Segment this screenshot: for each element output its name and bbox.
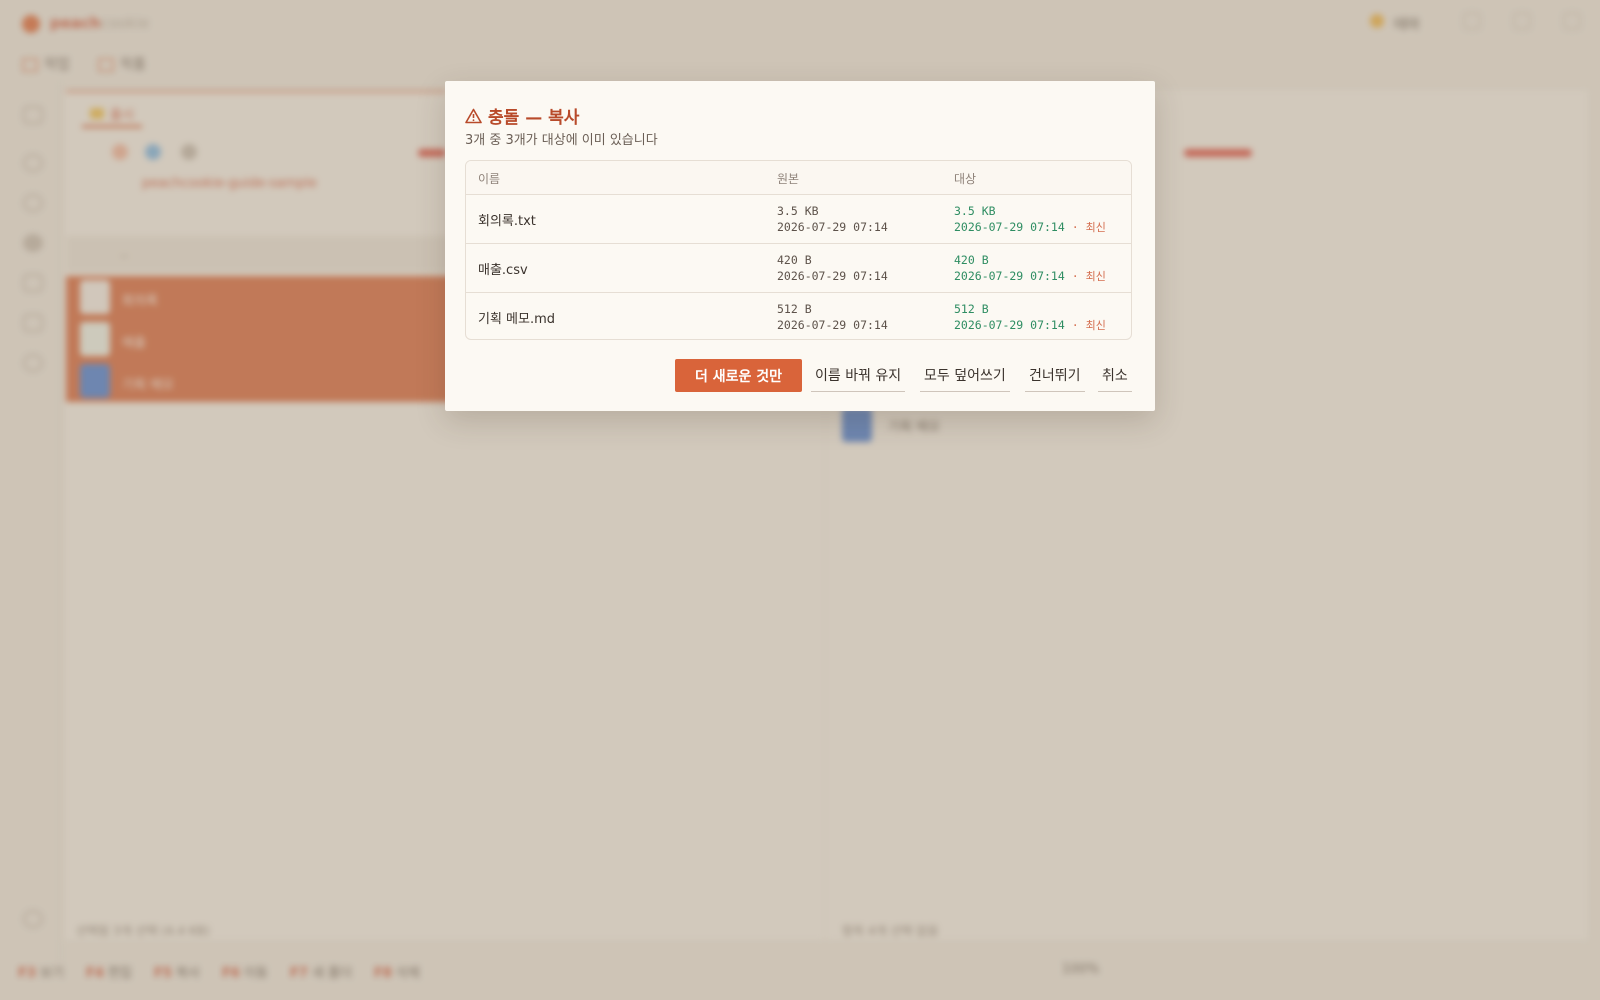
separator-dot: · <box>1071 318 1079 332</box>
source-info: 420 B 2026-07-29 07:14 <box>777 252 888 284</box>
conflict-dialog: 충돌 — 복사 3개 중 3개가 대상에 이미 있습니다 이름 원본 대상 회의… <box>445 81 1155 411</box>
source-date: 2026-07-29 07:14 <box>777 220 888 234</box>
target-size: 420 B <box>954 253 989 267</box>
table-row: 매출.csv 420 B 2026-07-29 07:14 420 B 2026… <box>466 243 1131 293</box>
keep-rename-button[interactable]: 이름 바꿔 유지 <box>811 359 906 392</box>
column-header-source: 원본 <box>777 172 800 186</box>
source-size: 512 B <box>777 302 812 316</box>
source-info: 3.5 KB 2026-07-29 07:14 <box>777 203 888 235</box>
dialog-title: 충돌 — 복사 <box>465 103 579 128</box>
target-size: 512 B <box>954 302 989 316</box>
table-row: 회의록.txt 3.5 KB 2026-07-29 07:14 3.5 KB 2… <box>466 194 1131 244</box>
dialog-title-text: 충돌 — 복사 <box>488 108 580 128</box>
conflict-file-name: 회의록.txt <box>478 214 536 229</box>
conflict-table: 이름 원본 대상 회의록.txt 3.5 KB 2026-07-29 07:14… <box>465 160 1132 340</box>
target-date-line: 2026-07-29 07:14 · 최신 <box>954 219 1106 236</box>
skip-button[interactable]: 건너뛰기 <box>1025 359 1085 392</box>
source-date: 2026-07-29 07:14 <box>777 269 888 283</box>
source-size: 3.5 KB <box>777 204 819 218</box>
conflict-file-name: 기획 메모.md <box>478 312 556 327</box>
conflict-file-name: 매출.csv <box>478 263 528 278</box>
source-size: 420 B <box>777 253 812 267</box>
newer-only-button[interactable]: 더 새로운 것만 <box>675 359 802 392</box>
target-date-line: 2026-07-29 07:14 · 최신 <box>954 268 1106 285</box>
target-date-line: 2026-07-29 07:14 · 최신 <box>954 317 1106 334</box>
source-date: 2026-07-29 07:14 <box>777 318 888 332</box>
source-info: 512 B 2026-07-29 07:14 <box>777 301 888 333</box>
column-header-name: 이름 <box>478 172 501 186</box>
overwrite-all-button[interactable]: 모두 덮어쓰기 <box>920 359 1010 392</box>
target-info: 512 B 2026-07-29 07:14 · 최신 <box>954 301 1106 334</box>
table-header: 이름 원본 대상 <box>466 161 1131 195</box>
target-size: 3.5 KB <box>954 204 996 218</box>
target-date: 2026-07-29 07:14 <box>954 220 1065 234</box>
dialog-subtitle: 3개 중 3개가 대상에 이미 있습니다 <box>465 133 658 148</box>
target-info: 3.5 KB 2026-07-29 07:14 · 최신 <box>954 203 1106 236</box>
cancel-button[interactable]: 취소 <box>1098 359 1132 392</box>
newer-tag: 최신 <box>1085 221 1106 234</box>
separator-dot: · <box>1071 220 1079 234</box>
newer-tag: 최신 <box>1085 319 1106 332</box>
dialog-actions: 더 새로운 것만 이름 바꿔 유지 모두 덮어쓰기 건너뛰기 취소 <box>445 359 1155 395</box>
column-header-target: 대상 <box>954 172 977 186</box>
newer-tag: 최신 <box>1085 270 1106 283</box>
warning-triangle-icon <box>465 108 482 123</box>
separator-dot: · <box>1071 269 1079 283</box>
table-row: 기획 메모.md 512 B 2026-07-29 07:14 512 B 20… <box>466 292 1131 339</box>
target-date: 2026-07-29 07:14 <box>954 318 1065 332</box>
target-date: 2026-07-29 07:14 <box>954 269 1065 283</box>
target-info: 420 B 2026-07-29 07:14 · 최신 <box>954 252 1106 285</box>
